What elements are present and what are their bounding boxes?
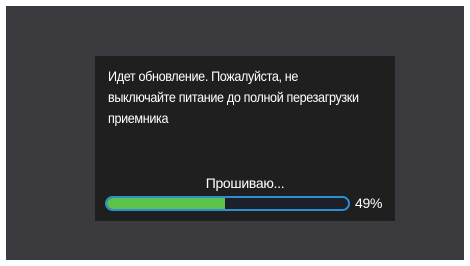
update-message: Идет обновление. Пожалуйста, не выключай… (108, 66, 394, 129)
status-text: Прошиваю... (205, 175, 285, 191)
progress-bar (105, 196, 350, 211)
message-line-2: выключайте питание до полной перезагрузк… (108, 89, 359, 105)
progress-percent: 49% (355, 195, 383, 211)
message-line-3: приемника (108, 110, 169, 126)
update-dialog: Идет обновление. Пожалуйста, не выключай… (95, 56, 395, 221)
progress-bar-fill (107, 198, 226, 209)
tv-screen: Идет обновление. Пожалуйста, не выключай… (6, 6, 464, 260)
message-line-1: Идет обновление. Пожалуйста, не (108, 68, 299, 84)
